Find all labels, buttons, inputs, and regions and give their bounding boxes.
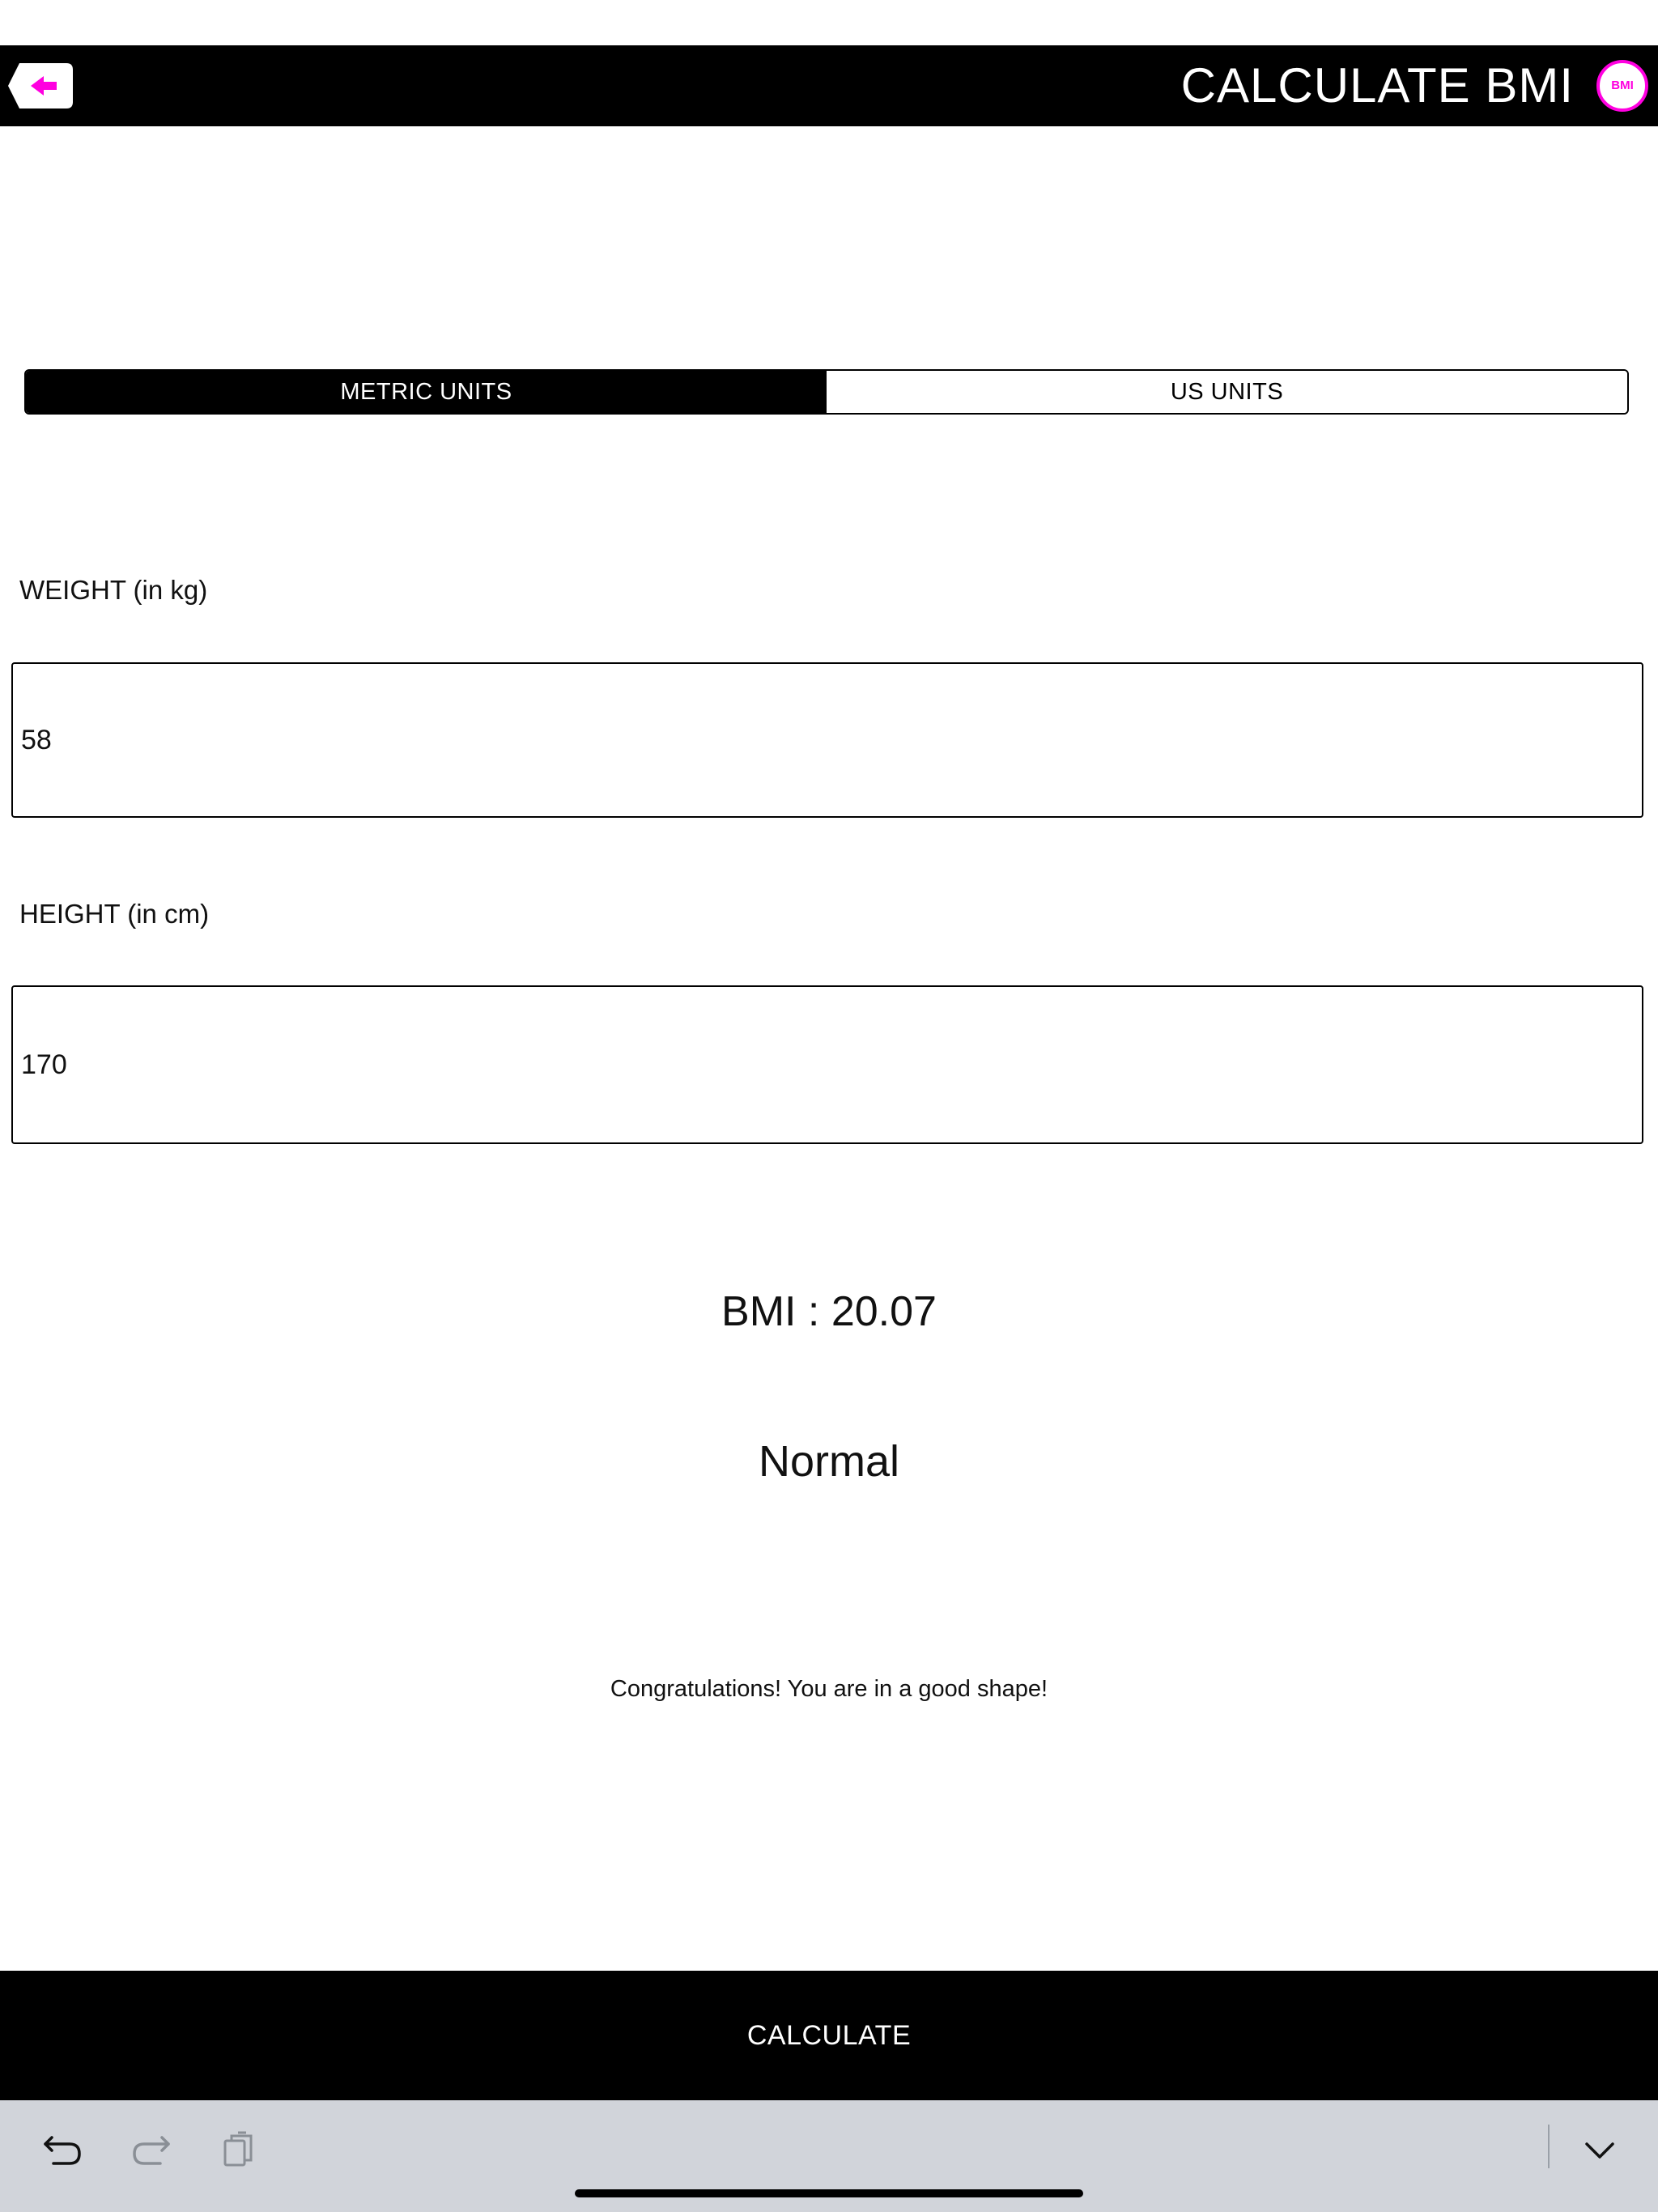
redo-icon[interactable] bbox=[126, 2126, 175, 2175]
bmi-category: Normal bbox=[758, 1437, 900, 1486]
chevron-down-icon[interactable] bbox=[1575, 2126, 1624, 2175]
header-bar: CALCULATE BMI BMI bbox=[0, 45, 1658, 126]
bmi-result-value: BMI : 20.07 bbox=[721, 1288, 937, 1335]
weight-input[interactable] bbox=[11, 662, 1643, 818]
weight-label: WEIGHT (in kg) bbox=[19, 575, 208, 605]
result-message: Congratulations! You are in a good shape… bbox=[610, 1676, 1048, 1702]
undo-icon[interactable] bbox=[39, 2126, 87, 2175]
page-title: CALCULATE BMI bbox=[1180, 58, 1574, 113]
segment-us-units[interactable]: US UNITS bbox=[827, 371, 1627, 413]
units-segmented-control: METRIC UNITS US UNITS bbox=[24, 369, 1629, 415]
accessory-divider bbox=[1548, 2125, 1550, 2168]
back-arrow-icon bbox=[8, 63, 73, 108]
bmi-logo: BMI bbox=[1596, 60, 1648, 112]
calculate-button[interactable]: CALCULATE bbox=[0, 1971, 1658, 2100]
height-label: HEIGHT (in cm) bbox=[19, 899, 210, 929]
paste-icon[interactable] bbox=[214, 2126, 262, 2175]
segment-metric-units[interactable]: METRIC UNITS bbox=[26, 371, 827, 413]
back-button[interactable] bbox=[8, 63, 73, 108]
height-input[interactable] bbox=[11, 985, 1643, 1144]
home-indicator bbox=[575, 2189, 1083, 2197]
bmi-calculator-screen: CALCULATE BMI BMI METRIC UNITS US UNITS … bbox=[0, 0, 1658, 2212]
